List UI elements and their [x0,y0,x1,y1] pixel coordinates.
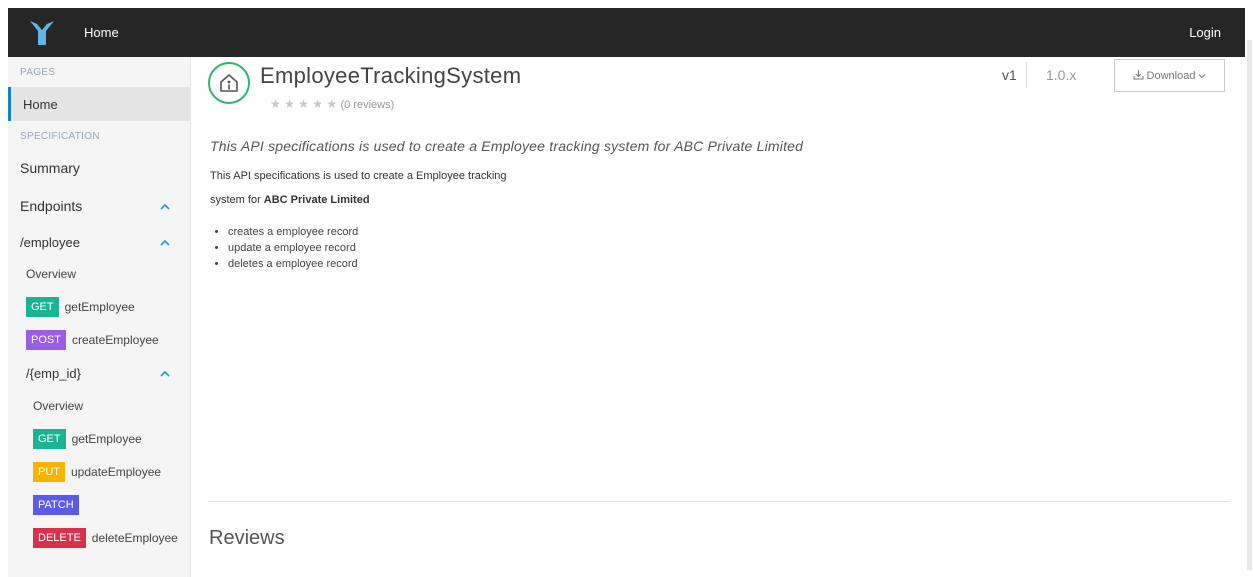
api-summary: This API specifications is used to creat… [210,138,804,154]
method-badge-get: GET [33,429,66,449]
description-bold-text: ABC Private Limited [263,194,370,206]
download-label: Download [1146,69,1196,82]
sidebar-item-label: Endpoints [20,198,83,214]
sidebar-op-delete-employee[interactable]: DELETE deleteEmployee [8,521,190,555]
description-text: system for [210,194,264,206]
rating-stars[interactable]: ★ ★ ★ ★ ★ (0 reviews) [270,97,394,111]
operation-name: getEmployee [64,300,135,314]
api-house-icon [208,62,250,104]
api-description-line: This API specifications is used to creat… [210,170,507,182]
sidebar: PAGES Home SPECIFICATION Summary Endpoin… [8,57,191,577]
page-scrollbar[interactable] [1245,0,1253,577]
sidebar-group-emp-id[interactable]: /{emp_id} [8,357,190,389]
sidebar-op-get-employee[interactable]: GET getEmployee [8,291,190,323]
sidebar-item-overview[interactable]: Overview [8,389,190,423]
api-title: EmployeeTrackingSystem [260,63,522,88]
top-navbar: Home Login [8,8,1245,57]
pages-section-label: PAGES [20,66,56,78]
sidebar-group-path: /employee [20,234,80,250]
chevron-up-icon[interactable] [160,199,170,213]
version-divider [1026,62,1027,88]
sidebar-item-home[interactable]: Home [8,87,190,121]
list-item: deletes a employee record [228,256,358,272]
reviews-heading: Reviews [209,527,285,549]
chevron-up-icon[interactable] [160,235,170,249]
download-icon [1133,69,1144,83]
method-badge-put: PUT [33,462,65,482]
sidebar-item-overview[interactable]: Overview [8,257,190,291]
reviews-count: (0 reviews) [340,99,395,111]
main-content: EmployeeTrackingSystem ★ ★ ★ ★ ★ (0 revi… [192,57,1245,577]
api-description-line: system for ABC Private Limited [210,194,370,206]
feature-list: creates a employee record update a emplo… [228,224,358,272]
download-button[interactable]: Download [1114,59,1225,92]
operation-name: getEmployee [71,432,142,446]
list-item: creates a employee record [228,224,358,240]
list-item: update a employee record [228,240,358,256]
login-link[interactable]: Login [1189,25,1221,40]
sidebar-group-employee[interactable]: /employee [8,227,190,257]
sidebar-item-label: Summary [20,160,80,176]
sidebar-op-update-employee[interactable]: PUT updateEmployee [8,455,190,489]
method-badge-get: GET [26,297,59,317]
brand-logo-icon[interactable] [24,15,60,51]
method-badge-delete: DELETE [33,528,86,548]
version-label[interactable]: v1 [1002,67,1017,83]
operation-name: deleteEmployee [91,531,178,545]
scrollbar-thumb[interactable] [1247,40,1252,570]
specification-section-label: SPECIFICATION [20,130,100,142]
method-badge-post: POST [26,330,66,350]
sidebar-op-get-employee[interactable]: GET getEmployee [8,423,190,455]
star-icons: ★ ★ ★ ★ ★ [270,97,338,111]
sidebar-item-endpoints[interactable]: Endpoints [8,185,190,227]
chevron-down-icon [1198,70,1206,82]
sidebar-op-patch[interactable]: PATCH [8,489,190,521]
nav-home-link[interactable]: Home [84,25,119,40]
sidebar-group-path: /{emp_id} [26,365,81,381]
release-label[interactable]: 1.0.x [1046,67,1076,83]
sidebar-op-create-employee[interactable]: POST createEmployee [8,323,190,357]
section-divider [208,501,1230,502]
operation-name: updateEmployee [71,465,162,479]
operation-name: createEmployee [71,333,159,347]
chevron-up-icon[interactable] [160,366,170,380]
sidebar-item-summary[interactable]: Summary [8,151,190,185]
method-badge-patch: PATCH [33,495,79,515]
